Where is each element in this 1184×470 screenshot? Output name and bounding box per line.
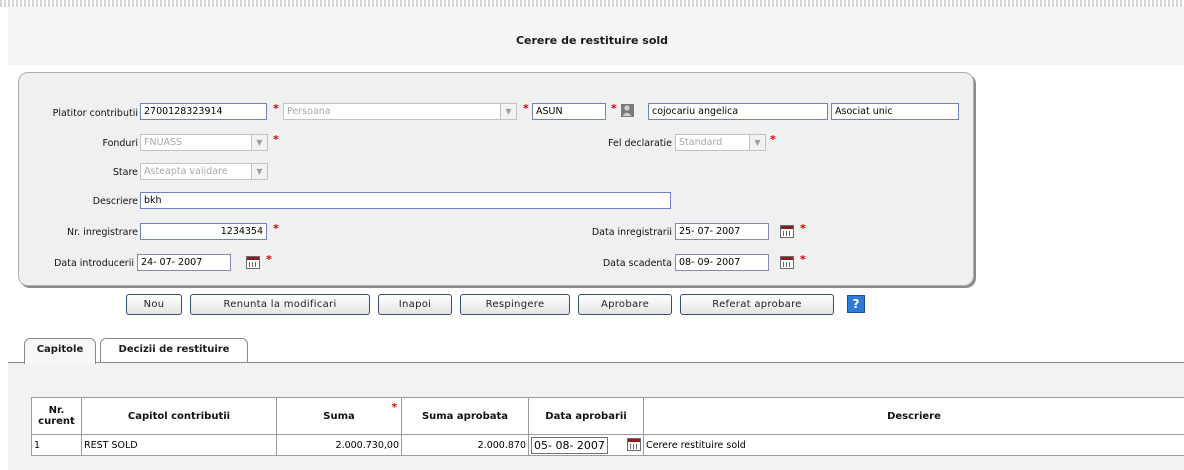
calitate-field[interactable]: Asociat unic — [831, 103, 959, 120]
chevron-down-icon[interactable]: ▼ — [251, 164, 267, 179]
data-aprobarii-field[interactable]: 05- 08- 2007 — [531, 436, 608, 454]
data-introducerii-field[interactable]: 24- 07- 2007 — [137, 254, 231, 271]
column-header-suma-label: Suma — [323, 410, 355, 422]
column-header-descriere[interactable]: Descriere — [643, 397, 1184, 435]
platitor-tip-value: Persoana — [287, 106, 331, 117]
fonduri-select[interactable]: FNUASS ▼ — [140, 134, 268, 151]
nou-button[interactable]: Nou — [126, 294, 182, 315]
required-mark: * — [273, 222, 279, 235]
required-mark: * — [770, 133, 776, 146]
calendar-icon[interactable] — [627, 438, 641, 451]
required-mark: * — [800, 253, 806, 266]
data-scadenta-label: Data scadenta — [602, 258, 672, 269]
data-introducerii-label: Data introducerii — [54, 258, 134, 269]
platitor-cnp-field[interactable]: 2700128323914 — [140, 103, 267, 120]
tab-decizii-restituire[interactable]: Decizii de restituire — [100, 338, 248, 362]
stare-label: Stare — [112, 167, 138, 178]
cell-suma[interactable]: 2.000.730,00 — [276, 434, 402, 456]
cod-field[interactable]: ASUN — [532, 103, 606, 120]
required-mark: * — [273, 102, 279, 115]
top-dotted-border — [0, 0, 1184, 7]
calendar-icon[interactable] — [780, 225, 794, 238]
data-scadenta-field[interactable]: 08- 09- 2007 — [675, 254, 769, 271]
data-inregistrarii-label: Data inregistrarii — [591, 227, 672, 238]
descriere-field[interactable]: bkh — [140, 192, 671, 209]
chevron-down-icon[interactable]: ▼ — [251, 135, 267, 150]
fel-declaratie-label: Fel declaratie — [608, 138, 672, 149]
column-header-capitol[interactable]: Capitol contributii — [81, 397, 277, 435]
required-mark: * — [391, 402, 397, 413]
required-mark: * — [800, 222, 806, 235]
calendar-icon[interactable] — [246, 256, 260, 269]
nr-inregistrare-label: Nr. inregistrare — [67, 227, 138, 238]
required-mark: * — [273, 133, 279, 146]
fel-declaratie-select[interactable]: Standard ▼ — [675, 134, 766, 151]
page-title: Cerere de restituire sold — [515, 34, 669, 47]
column-header-data-aprobarii[interactable]: Data aprobarii — [528, 397, 644, 435]
fel-declaratie-value: Standard — [679, 137, 723, 148]
chevron-down-icon[interactable]: ▼ — [500, 104, 516, 119]
descriere-label: Descriere — [92, 196, 138, 207]
stare-value: Asteapta validare — [144, 166, 228, 177]
nr-inregistrare-field[interactable]: 1234354 — [140, 223, 267, 240]
tab-divider — [8, 362, 1184, 363]
cell-nr: 1 — [31, 434, 82, 456]
table-row[interactable]: 1 REST SOLD 2.000.730,00 2.000.870 05- 0… — [31, 434, 1184, 456]
cell-suma-aprobata[interactable]: 2.000.870 — [401, 434, 529, 456]
help-icon[interactable]: ? — [847, 295, 865, 313]
cell-descriere[interactable]: Cerere restituire sold — [643, 434, 1184, 456]
chevron-down-icon[interactable]: ▼ — [749, 135, 765, 150]
table-header-row: Nr. curent Capitol contributii Suma * Su… — [31, 397, 1184, 435]
cell-data-aprobarii[interactable]: 05- 08- 2007 — [528, 434, 644, 456]
required-mark: * — [266, 253, 272, 266]
fonduri-value: FNUASS — [144, 137, 183, 148]
column-header-nr[interactable]: Nr. curent — [31, 397, 82, 435]
renunta-button[interactable]: Renunta la modificari — [190, 294, 370, 315]
data-inregistrarii-field[interactable]: 25- 07- 2007 — [675, 223, 769, 240]
inapoi-button[interactable]: Inapoi — [378, 294, 452, 315]
platitor-label: Platitor contributii — [52, 108, 138, 119]
capitole-table: Nr. curent Capitol contributii Suma * Su… — [31, 397, 1184, 456]
platitor-tip-select[interactable]: Persoana ▼ — [283, 103, 517, 120]
calendar-icon[interactable] — [780, 256, 794, 269]
person-lookup-icon[interactable] — [621, 104, 634, 117]
aprobare-button[interactable]: Aprobare — [578, 294, 672, 315]
tab-capitole[interactable]: Capitole — [24, 338, 96, 364]
nume-field[interactable]: cojocariu angelica — [648, 103, 828, 120]
referat-aprobare-button[interactable]: Referat aprobare — [680, 294, 834, 315]
column-header-suma-aprobata[interactable]: Suma aprobata — [401, 397, 529, 435]
required-mark: * — [611, 102, 617, 115]
respingere-button[interactable]: Respingere — [460, 294, 570, 315]
cell-capitol: REST SOLD — [81, 434, 277, 456]
stare-select[interactable]: Asteapta validare ▼ — [140, 163, 268, 180]
required-mark: * — [523, 102, 529, 115]
fonduri-label: Fonduri — [102, 138, 138, 149]
column-header-suma[interactable]: Suma * — [276, 397, 402, 435]
